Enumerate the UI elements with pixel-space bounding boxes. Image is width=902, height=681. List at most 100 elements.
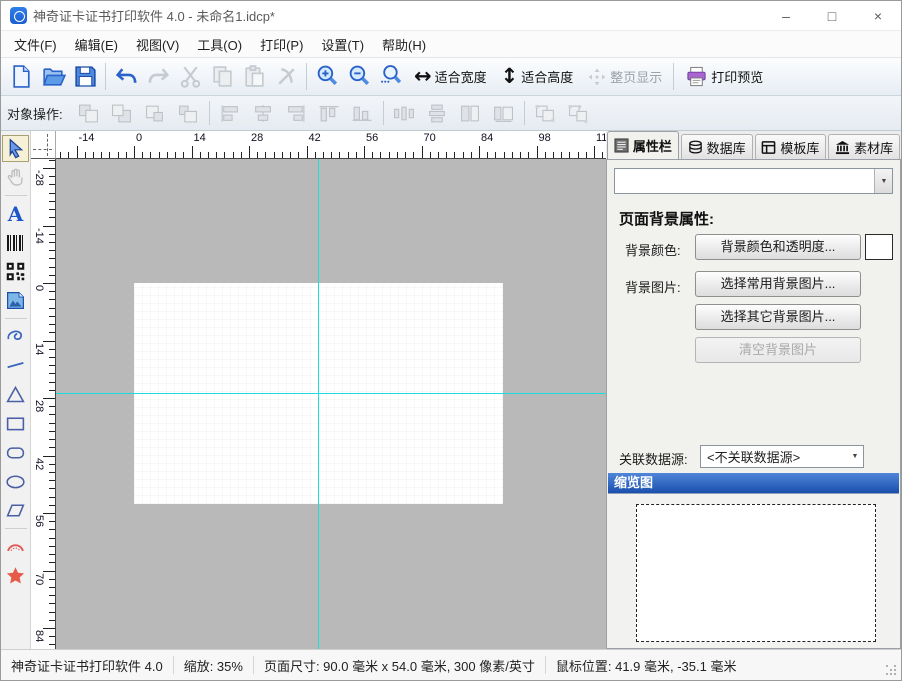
seal-tool-button[interactable]	[2, 533, 29, 560]
title-bar: 神奇证卡证书打印软件 4.0 - 未命名1.idcp* – □ ×	[1, 1, 901, 31]
tab-templates[interactable]: 模板库	[755, 134, 827, 159]
resize-grip[interactable]	[886, 665, 898, 677]
bg-color-button[interactable]: 背景颜色和透明度...	[695, 234, 861, 260]
object-selector-combobox[interactable]: ▼	[614, 168, 893, 194]
toolbar-separator	[306, 63, 307, 90]
status-mouse-position: 鼠标位置: 41.9 毫米, -35.1 毫米	[546, 656, 747, 675]
fit-height-button[interactable]: ↕ 适合高度	[494, 61, 581, 93]
select-common-bg-button[interactable]: 选择常用背景图片...	[695, 271, 861, 297]
same-height-button[interactable]	[487, 99, 520, 127]
undo-button[interactable]	[110, 61, 142, 93]
new-document-button[interactable]	[5, 61, 37, 93]
fit-page-button[interactable]: 整页显示	[580, 61, 669, 93]
toolbar-separator	[524, 101, 525, 125]
image-tool-button[interactable]	[2, 287, 29, 314]
fit-height-label: 适合高度	[521, 67, 573, 86]
menu-view[interactable]: 视图(V)	[127, 31, 188, 58]
redo-button[interactable]	[142, 61, 174, 93]
bg-color-swatch	[865, 234, 893, 260]
align-bottom-button[interactable]	[346, 99, 379, 127]
select-other-bg-button[interactable]: 选择其它背景图片...	[695, 304, 861, 330]
toolbar-separator	[105, 63, 106, 90]
align-left-button[interactable]	[214, 99, 247, 127]
ellipse-tool-button[interactable]	[2, 468, 29, 495]
menu-help[interactable]: 帮助(H)	[373, 31, 435, 58]
ruler-label: 112	[596, 132, 606, 144]
parallelogram-tool-button[interactable]	[2, 497, 29, 524]
bring-forward-button[interactable]	[139, 99, 172, 127]
ungroup-button[interactable]	[562, 99, 595, 127]
same-width-button[interactable]	[454, 99, 487, 127]
send-to-back-button[interactable]	[106, 99, 139, 127]
delete-button[interactable]	[270, 61, 302, 93]
ruler-label: 0	[136, 132, 142, 144]
zoom-actual-button[interactable]	[375, 61, 407, 93]
rounded-rect-tool-button[interactable]	[2, 439, 29, 466]
tab-materials[interactable]: 素材库	[828, 134, 900, 159]
cut-button[interactable]	[174, 61, 206, 93]
maximize-button[interactable]: □	[809, 1, 855, 30]
distribute-horizontal-button[interactable]	[388, 99, 421, 127]
app-icon	[10, 7, 27, 24]
send-backward-button[interactable]	[172, 99, 205, 127]
ruler-label: 70	[424, 132, 436, 144]
right-panel: 属性栏 数据库 模板库 素材库 ▼ 页面背景属性: 背景颜色: 背景颜色和透	[606, 131, 901, 649]
line-icon	[5, 355, 26, 376]
print-preview-button[interactable]: 打印预览	[678, 61, 770, 93]
align-right-button[interactable]	[280, 99, 313, 127]
fit-page-icon	[587, 67, 607, 87]
barcode-tool-button[interactable]	[2, 229, 29, 256]
star-tool-button[interactable]	[2, 562, 29, 589]
object-selector-value	[615, 169, 874, 193]
qrcode-tool-button[interactable]	[2, 258, 29, 285]
tab-database-label: 数据库	[707, 138, 746, 157]
datasource-select[interactable]: <不关联数据源> ▼	[700, 445, 864, 468]
status-zoom: 缩放: 35%	[174, 656, 253, 675]
save-button[interactable]	[69, 61, 101, 93]
zoom-out-button[interactable]	[343, 61, 375, 93]
open-file-button[interactable]	[37, 61, 69, 93]
tab-properties[interactable]: 属性栏	[607, 131, 679, 159]
bring-to-front-button[interactable]	[73, 99, 106, 127]
minimize-button[interactable]: –	[763, 1, 809, 30]
ruler-label: -14	[33, 228, 45, 244]
align-center-horizontal-button[interactable]	[247, 99, 280, 127]
align-top-button[interactable]	[313, 99, 346, 127]
pan-tool-button[interactable]	[2, 164, 29, 191]
tab-database[interactable]: 数据库	[681, 134, 753, 159]
horizontal-ruler: -14014284256708498112	[56, 131, 606, 159]
combobox-dropdown-button[interactable]: ▼	[874, 169, 892, 193]
copy-button[interactable]	[206, 61, 238, 93]
tool-separator	[5, 318, 27, 319]
menu-edit[interactable]: 编辑(E)	[66, 31, 127, 58]
design-canvas[interactable]	[56, 159, 606, 649]
distribute-vertical-button[interactable]	[421, 99, 454, 127]
zoom-in-button[interactable]	[311, 61, 343, 93]
line-tool-button[interactable]	[2, 352, 29, 379]
qrcode-icon	[5, 261, 26, 282]
menu-settings[interactable]: 设置(T)	[312, 31, 373, 58]
group-button[interactable]	[529, 99, 562, 127]
triangle-tool-button[interactable]	[2, 381, 29, 408]
clear-bg-button[interactable]: 清空背景图片	[695, 337, 861, 363]
menu-tools[interactable]: 工具(O)	[188, 31, 251, 58]
curve-tool-button[interactable]	[2, 323, 29, 350]
select-tool-button[interactable]	[2, 135, 29, 162]
fit-width-icon: ↔	[414, 66, 432, 87]
fit-height-icon: ↕	[501, 66, 519, 87]
fit-width-button[interactable]: ↔ 适合宽度	[407, 61, 494, 93]
text-tool-button[interactable]: A	[2, 200, 29, 227]
ellipse-icon	[5, 471, 26, 492]
fit-width-label: 适合宽度	[435, 67, 487, 86]
ruler-label: 84	[481, 132, 493, 144]
close-button[interactable]: ×	[855, 1, 901, 30]
paste-button[interactable]	[238, 61, 270, 93]
rounded-rect-icon	[5, 442, 26, 463]
section-title: 页面背景属性:	[619, 208, 714, 229]
bg-color-label: 背景颜色:	[625, 240, 681, 259]
ruler-label: 56	[366, 132, 378, 144]
rectangle-tool-button[interactable]	[2, 410, 29, 437]
menu-file[interactable]: 文件(F)	[5, 31, 66, 58]
parallelogram-icon	[5, 500, 26, 521]
menu-print[interactable]: 打印(P)	[251, 31, 312, 58]
